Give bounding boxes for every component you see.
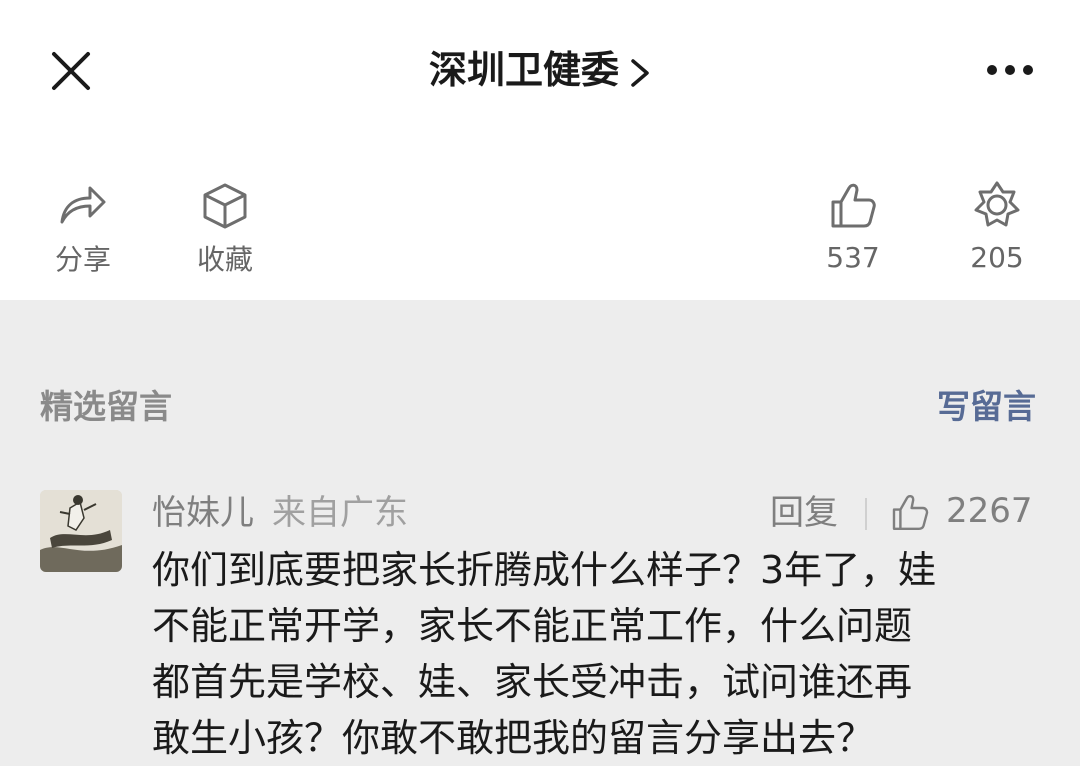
top-bar: 深圳卫健委 <box>0 0 1080 130</box>
comment-meta: 怡妹儿 来自广东 <box>152 490 408 536</box>
featured-comments-title: 精选留言 <box>40 387 172 426</box>
chevron-right-icon[interactable] <box>629 57 651 89</box>
comment-line: 你们到底要把家长折腾成什么样子？3年了，娃 <box>152 548 937 592</box>
comment-item: 怡妹儿 来自广东 回复 2267 你们到底要把家长折腾成什么样子？3年了，娃 不能… <box>0 486 1080 764</box>
thumbs-up-icon <box>831 183 876 228</box>
comment-line: 都首先是学校、娃、家长受冲击，试问谁还再 <box>152 660 913 704</box>
comment-line: 敢生小孩？你敢不敢把我的留言分享出去？ <box>152 716 875 760</box>
avatar[interactable] <box>40 490 122 572</box>
share-label: 分享 <box>54 243 111 276</box>
share-button[interactable]: 分享 <box>48 182 118 276</box>
comment-text: 你们到底要把家长折腾成什么样子？3年了，娃 不能正常开学，家长不能正常工作，什么… <box>152 542 1052 766</box>
reply-button[interactable]: 回复 <box>770 490 838 536</box>
star-flower-icon <box>974 181 1020 227</box>
account-title[interactable]: 深圳卫健委 <box>0 44 1080 96</box>
comments-header: 精选留言 写留言 <box>0 380 1080 430</box>
account-name[interactable]: 深圳卫健委 <box>429 48 619 92</box>
like-count: 537 <box>826 241 880 274</box>
comment-location: 来自广东 <box>272 493 408 533</box>
wow-button[interactable]: 205 <box>962 180 1032 274</box>
wow-count: 205 <box>970 241 1024 274</box>
comment-line: 不能正常开学，家长不能正常工作，什么问题 <box>152 604 913 648</box>
cube-icon <box>203 183 247 229</box>
like-button[interactable]: 537 <box>818 180 888 274</box>
favorite-button[interactable]: 收藏 <box>190 182 260 276</box>
divider <box>865 498 867 530</box>
comment-like-count: 2267 <box>946 491 1033 531</box>
write-comment-button[interactable]: 写留言 <box>937 380 1036 428</box>
action-bar: 分享 收藏 537 205 <box>0 130 1080 300</box>
more-icon[interactable] <box>985 62 1035 76</box>
comment-author: 怡妹儿 <box>152 493 254 533</box>
share-arrow-icon <box>60 186 106 224</box>
favorite-label: 收藏 <box>196 243 253 276</box>
thumbs-up-icon <box>892 495 929 530</box>
